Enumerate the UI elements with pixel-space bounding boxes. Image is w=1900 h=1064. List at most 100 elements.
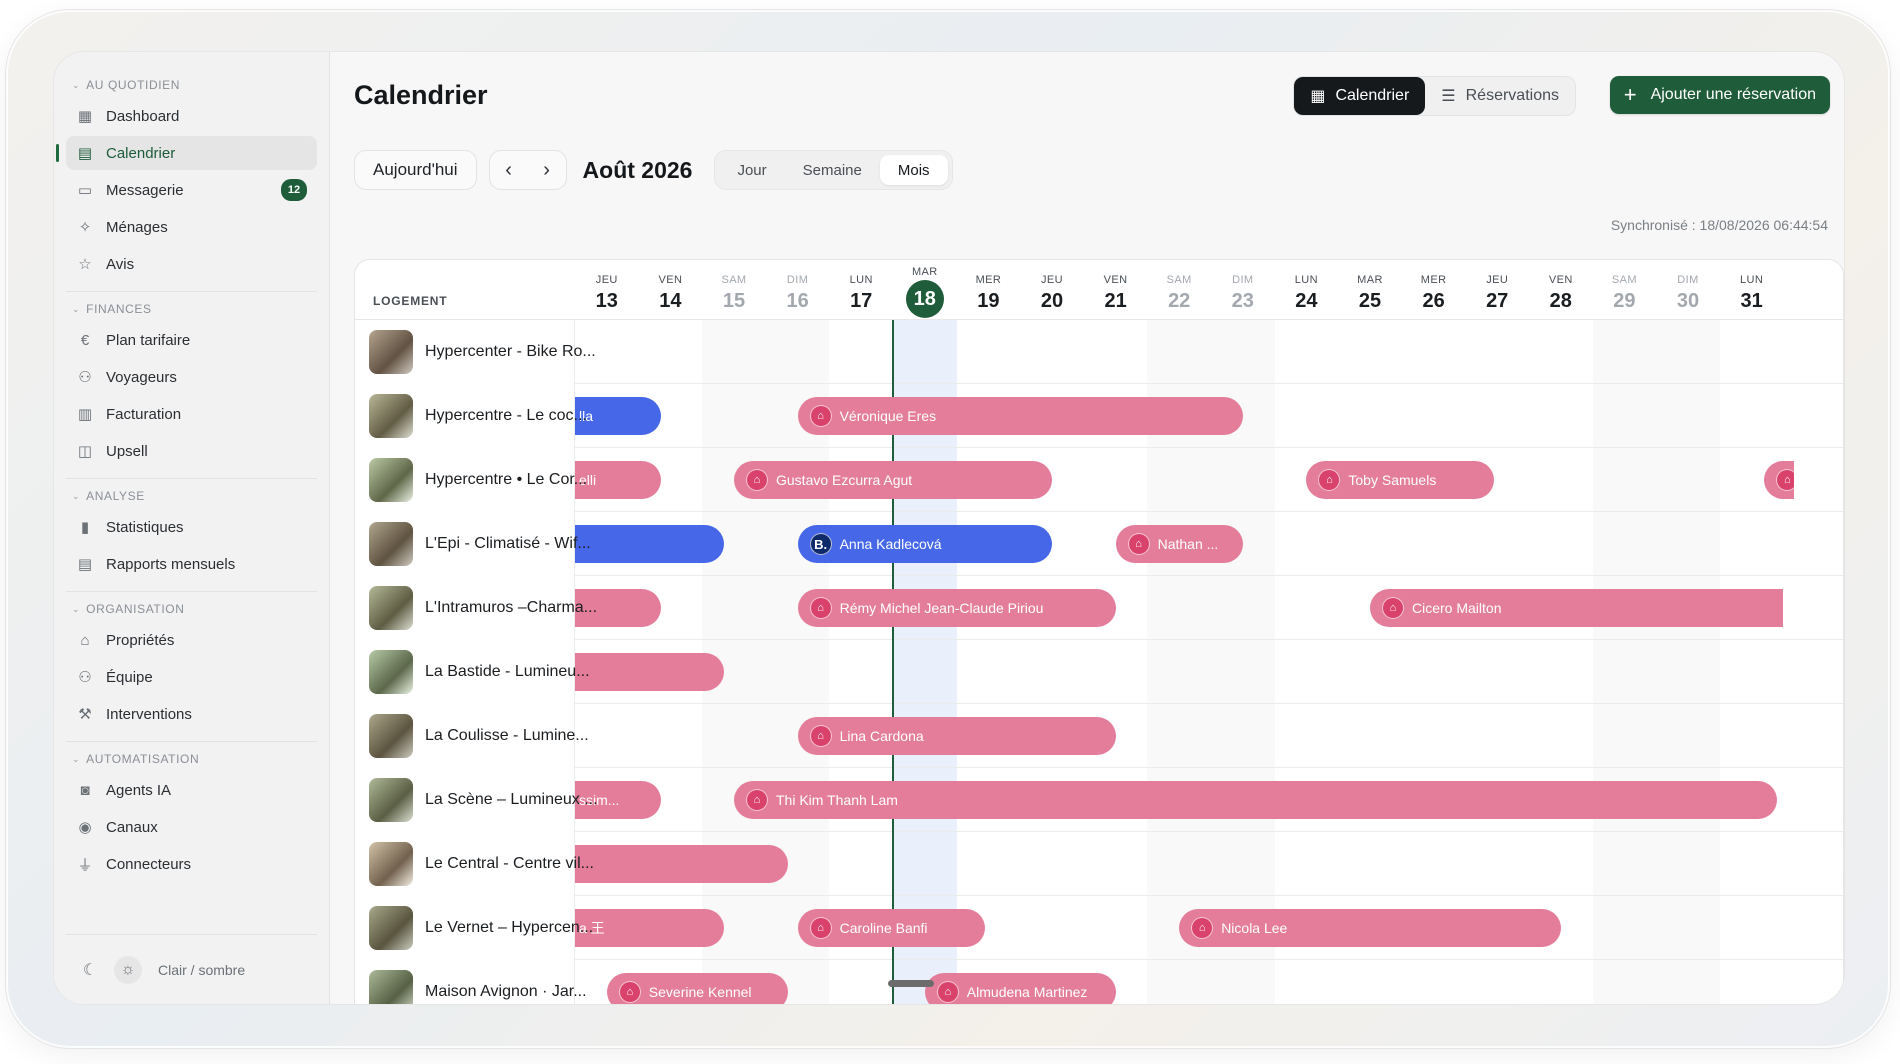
sidebar-item-label: Avis (106, 255, 135, 273)
sidebar-item-agents-ia[interactable]: ◙ Agents IA (66, 773, 317, 807)
day-header: MER 19 (957, 260, 1021, 320)
airbnb-logo-icon: ⌂ (746, 469, 768, 491)
reservation-bar[interactable]: B. Anna Kadlecová (797, 525, 1052, 563)
sidebar-item-propri-t-s[interactable]: ⌂ Propriétés (66, 623, 317, 657)
reservation-bar[interactable]: lla (575, 397, 661, 435)
sidebar-item-label: Voyageurs (106, 368, 177, 386)
listing-label[interactable]: L'Intramuros –Charma... (355, 576, 597, 640)
listing-label[interactable]: Maison Avignon · Jar... (355, 960, 587, 1004)
scale-day-button[interactable]: Jour (719, 155, 784, 185)
sidebar-section-header[interactable]: ⌄ FINANCES (66, 298, 317, 320)
listing-row: Hypercentre • Le Cor... elli ⌂ Gustavo Ezcu… (355, 448, 1843, 512)
listing-label[interactable]: Hypercentre - Le coc... (355, 384, 587, 448)
sidebar-item-upsell[interactable]: ◫ Upsell (66, 434, 317, 468)
listing-label[interactable]: Le Central - Centre vil... (355, 832, 594, 896)
reservation-bar[interactable] (575, 845, 789, 883)
star-icon: ☆ (78, 256, 92, 273)
guest-name: Thi Kim Thanh Lam (776, 792, 898, 808)
reservation-bar[interactable]: ⌂ Nicola Lee (1179, 909, 1561, 947)
reservation-bar[interactable]: ⌂ Toby Samuels (1306, 461, 1494, 499)
date-number: 23 (1231, 290, 1254, 312)
reservation-bar[interactable]: elli (575, 461, 661, 499)
reservation-bar[interactable]: ⌂ Severine Kennel (606, 973, 789, 1004)
sidebar-item-interventions[interactable]: ⚒ Interventions (66, 697, 317, 731)
reservation-bar[interactable]: ⌂ Rémy Michel Jean-Claude Piriou (797, 589, 1116, 627)
reservation-bar[interactable]: ⌂Vemu (1764, 461, 1795, 499)
reservation-bar[interactable]: ⌂ Thi Kim Thanh Lam (734, 781, 1778, 819)
listing-thumbnail (369, 586, 413, 630)
listing-thumbnail (369, 778, 413, 822)
chevron-down-icon: ⌄ (72, 753, 81, 764)
listing-row: Le Central - Centre vil... (355, 832, 1843, 896)
day-of-week: JEU (1486, 274, 1509, 286)
listing-label[interactable]: Le Vernet – Hypercen... (355, 896, 593, 960)
listing-column-label: LOGEMENT (373, 294, 448, 308)
scale-week-button[interactable]: Semaine (785, 155, 880, 185)
sidebar-item-canaux[interactable]: ◉ Canaux (66, 810, 317, 844)
drag-handle[interactable] (888, 980, 934, 987)
listing-label[interactable]: La Bastide - Lumineu... (355, 640, 590, 704)
sidebar-item-messagerie[interactable]: ▭ Messagerie 12 (66, 173, 317, 207)
sidebar-item-label: Équipe (106, 668, 153, 686)
sidebar-item-statistiques[interactable]: ▮ Statistiques (66, 510, 317, 544)
listing-row: L'Intramuros –Charma... ⌂ Rémy Michel Jean… (355, 576, 1843, 640)
sidebar-item-plan-tarifaire[interactable]: € Plan tarifaire (66, 323, 317, 357)
reservation-bar[interactable]: a 王 (575, 909, 725, 947)
sidebar-item-voyageurs[interactable]: ⚇ Voyageurs (66, 360, 317, 394)
reservation-bar[interactable]: ⌂ Gustavo Ezcurra Agut (734, 461, 1052, 499)
airbnb-logo-icon: ⌂ (1191, 917, 1214, 939)
sidebar-item-dashboard[interactable]: ▦ Dashboard (66, 99, 317, 133)
sidebar-section-header[interactable]: ⌄ ORGANISATION (66, 598, 317, 620)
main-area: Calendrier ▦ Calendrier ☰ Réservations +… (330, 52, 1844, 1004)
sidebar-item-calendrier[interactable]: ▤ Calendrier (56, 136, 317, 170)
day-of-week: DIM (786, 274, 809, 286)
sidebar-item-connecteurs[interactable]: ⏚ Connecteurs (66, 847, 317, 881)
sun-icon[interactable]: ☼ (114, 955, 142, 984)
sidebar-item--quipe[interactable]: ⚇ Équipe (66, 660, 317, 694)
today-button[interactable]: Aujourd'hui (354, 150, 477, 190)
sidebar-section-header[interactable]: ⌄ AUTOMATISATION (66, 748, 317, 770)
calendar-view-button[interactable]: ▦ Calendrier (1294, 77, 1426, 115)
sidebar-section-title: FINANCES (86, 302, 152, 316)
listing-row: La Scène – Lumineux ... ssim... ⌂ Thi Kim T… (355, 768, 1843, 832)
add-reservation-button[interactable]: + Ajouter une réservation (1609, 76, 1830, 114)
sidebar-item-label: Propriétés (106, 631, 175, 649)
listing-thumbnail (369, 970, 413, 1004)
listing-row: Maison Avignon · Jar... ⌂ Severine Kennel ⌂… (355, 960, 1843, 1004)
app-window: ⌄ AU QUOTIDIEN ▦ Dashboard ▤ Calendrier ▭ Messa… (54, 52, 1844, 1004)
prev-period-button[interactable]: ‹ (490, 151, 528, 189)
reservation-bar[interactable]: ⌂ Lina Cardona (797, 717, 1116, 755)
reservation-bar[interactable]: ⌂ Véronique Eres (797, 397, 1243, 435)
moon-icon[interactable]: ☾ (76, 956, 104, 984)
listing-label[interactable]: La Scène – Lumineux ... (355, 768, 598, 832)
sidebar-section-header[interactable]: ⌄ AU QUOTIDIEN (66, 74, 317, 96)
sidebar-item-avis[interactable]: ☆ Avis (66, 247, 317, 281)
reservations-view-button[interactable]: ☰ Réservations (1425, 77, 1575, 115)
day-header: JEU 13 (575, 260, 639, 320)
sidebar-section-header[interactable]: ⌄ ANALYSE (66, 485, 317, 507)
date-number: 15 (722, 290, 746, 312)
listing-name: Le Central - Centre vil... (425, 855, 594, 872)
sidebar-item-facturation[interactable]: ▥ Facturation (66, 397, 317, 431)
reservation-bar[interactable]: ⌂ Nathan ... (1115, 525, 1243, 563)
reservation-bar[interactable]: ⌂ Caroline Banfi (797, 909, 986, 947)
listing-thumbnail (369, 522, 413, 566)
day-of-week: SAM (1166, 274, 1192, 286)
sidebar-item-m-nages[interactable]: ✧ Ménages (66, 210, 317, 244)
reservation-bar[interactable]: ⌂ Cicero Mailton (1370, 589, 1784, 627)
listing-label[interactable]: L'Epi - Climatisé - Wif... (355, 512, 591, 576)
listing-label[interactable]: Hypercenter - Bike Ro... (355, 320, 596, 384)
date-number: 17 (850, 290, 873, 312)
scale-month-button[interactable]: Mois (879, 155, 948, 185)
chevron-down-icon: ⌄ (72, 79, 81, 90)
listing-label[interactable]: Hypercentre • Le Cor... (355, 448, 587, 512)
listing-label[interactable]: La Coulisse - Lumine... (355, 704, 589, 768)
listing-name: L'Epi - Climatisé - Wif... (425, 535, 591, 552)
users-icon: ⚇ (78, 369, 92, 386)
sidebar-item-rapports-mensuels[interactable]: ▤ Rapports mensuels (66, 547, 317, 581)
reservation-bar[interactable] (575, 653, 725, 691)
day-header: DIM 30 (1656, 260, 1720, 320)
next-period-button[interactable]: › (528, 151, 566, 189)
reservation-bar[interactable]: ⌂ Almudena Martinez (924, 973, 1116, 1004)
reservation-bar[interactable] (575, 525, 725, 563)
